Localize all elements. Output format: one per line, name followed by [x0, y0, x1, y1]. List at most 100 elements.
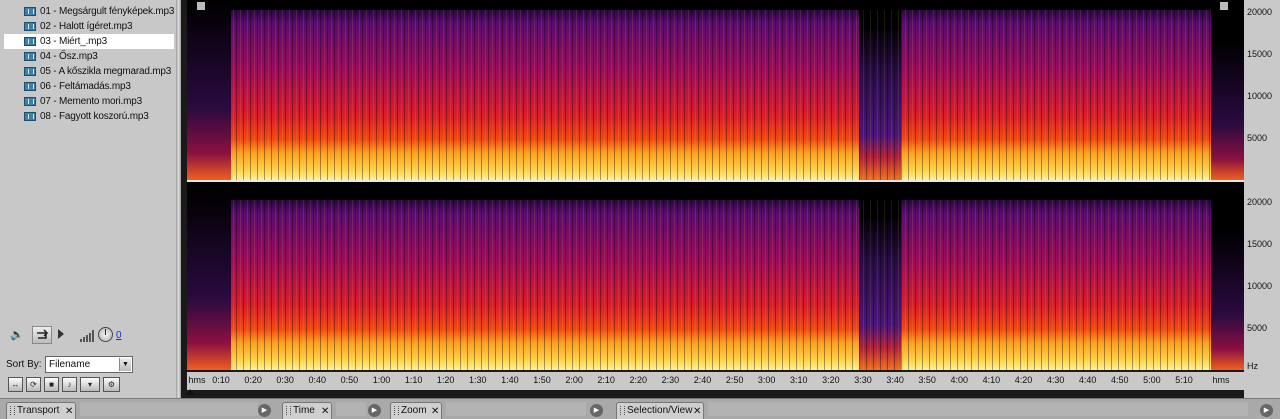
time-ruler[interactable]: hms 0:10 0:20 0:30 0:40 0:50 1:00 1:10 1:20 1:30 1…	[187, 372, 1244, 390]
time-tick-label: 4:00	[950, 375, 969, 385]
time-tick-label: 0:40	[308, 375, 327, 385]
music-note-icon[interactable]: ♪	[62, 377, 77, 392]
audio-file-icon	[24, 37, 36, 46]
time-tick-label: 3:50	[918, 375, 936, 385]
panel-menu-icon[interactable]: ▶	[590, 404, 603, 417]
close-icon[interactable]: ✕	[321, 404, 329, 419]
loop-icon	[37, 329, 49, 339]
grip-icon	[394, 406, 399, 415]
stop-icon[interactable]: ■	[44, 377, 59, 392]
close-icon[interactable]: ✕	[693, 404, 701, 419]
filter-icon[interactable]: ▾	[80, 377, 100, 392]
panel-menu-icon[interactable]: ▶	[368, 404, 381, 417]
file-item[interactable]: 01 - Megsárgult fényképek.mp3	[4, 4, 174, 19]
dock-empty-area	[80, 402, 258, 416]
file-item[interactable]: 05 - A kőszikla megmarad.mp3	[4, 64, 174, 79]
time-tick-label: 1:10	[404, 375, 423, 385]
file-item[interactable]: 04 - Ősz.mp3	[4, 49, 174, 64]
time-tick-label: 2:10	[597, 375, 615, 385]
audio-file-icon	[24, 22, 36, 31]
playhead-marker[interactable]	[186, 389, 194, 395]
time-tick-label: 5:10	[1175, 375, 1193, 385]
freq-tick: 5000	[1247, 133, 1268, 143]
volume-level-icon	[80, 330, 96, 342]
spectrogram-right-channel[interactable]	[187, 190, 1244, 370]
spectral-view[interactable]: 20000 15000 10000 5000 20000 15000 10000…	[181, 0, 1280, 398]
time-tick-label: 2:20	[629, 375, 648, 385]
file-item[interactable]: 02 - Halott ígéret.mp3	[4, 19, 174, 34]
file-list[interactable]: 01 - Megsárgult fényképek.mp3 02 - Halot…	[4, 4, 174, 314]
file-item-selected[interactable]: 03 - Miért_.mp3	[4, 34, 174, 49]
dock-empty-area	[708, 402, 1248, 416]
time-tick-label: 1:00	[372, 375, 391, 385]
sort-by-select[interactable]: Filename ▼	[45, 356, 133, 373]
file-item[interactable]: 08 - Fagyott koszorú.mp3	[4, 109, 174, 124]
freq-tick: 10000	[1247, 281, 1273, 291]
audio-file-icon	[24, 97, 36, 106]
file-name: 02 - Halott ígéret.mp3	[40, 21, 133, 32]
time-tick-label: 0:10	[212, 375, 230, 385]
frequency-ruler-top: 20000 15000 10000 5000	[1244, 0, 1280, 180]
expand-columns-icon[interactable]: ↔	[8, 377, 23, 392]
freq-tick: 15000	[1247, 49, 1273, 59]
time-tick-label: hms	[1212, 375, 1230, 385]
tab-label: Selection/View	[627, 405, 693, 416]
freq-unit: Hz	[1247, 361, 1258, 371]
time-tick-label: 2:40	[693, 375, 712, 385]
volume-knob[interactable]	[98, 327, 113, 342]
tab-time[interactable]: Time ✕	[282, 402, 332, 419]
file-name: 06 - Feltámadás.mp3	[40, 81, 131, 92]
tab-label: Zoom	[401, 405, 427, 416]
file-name: 04 - Ősz.mp3	[40, 51, 98, 62]
tab-label: Time	[293, 405, 315, 416]
chevron-down-icon: ▼	[119, 358, 131, 371]
time-tick-label: 2:50	[725, 375, 744, 385]
file-name: 08 - Fagyott koszorú.mp3	[40, 111, 149, 122]
panel-menu-icon[interactable]: ▶	[1260, 404, 1273, 417]
sort-by-label: Sort By:	[6, 359, 42, 370]
tab-transport[interactable]: Transport ✕	[6, 402, 76, 419]
audio-file-icon	[24, 7, 36, 16]
freq-tick: 20000	[1247, 197, 1273, 207]
play-icon[interactable]	[58, 329, 64, 339]
tab-selection-view[interactable]: Selection/View ✕	[616, 402, 704, 419]
time-tick-label: 0:50	[340, 375, 359, 385]
time-tick-label: 5:00	[1143, 375, 1161, 385]
audio-file-icon	[24, 82, 36, 91]
time-tick-label: 1:50	[533, 375, 551, 385]
freq-tick: 10000	[1247, 91, 1273, 101]
time-tick-label: 4:10	[982, 375, 1001, 385]
freq-tick: 5000	[1247, 323, 1268, 333]
grip-icon	[286, 406, 291, 415]
loop-button[interactable]	[32, 326, 52, 344]
preview-player-bar: 🔈 0	[4, 324, 174, 348]
ruler-corner	[1244, 372, 1280, 398]
file-item[interactable]: 06 - Feltámadás.mp3	[4, 79, 174, 94]
time-tick-label: 2:00	[565, 375, 583, 385]
speaker-icon[interactable]: 🔈	[8, 327, 26, 343]
close-icon[interactable]: ✕	[431, 404, 439, 419]
panel-menu-icon[interactable]: ▶	[258, 404, 271, 417]
audio-file-icon	[24, 112, 36, 121]
settings-icon[interactable]: ⚙	[103, 377, 120, 392]
time-tick-label: 3:40	[886, 375, 904, 385]
close-icon[interactable]: ✕	[65, 404, 73, 419]
time-tick-label: 1:40	[501, 375, 519, 385]
files-panel: 01 - Megsárgult fényképek.mp3 02 - Halot…	[0, 0, 176, 398]
volume-value-link[interactable]: 0	[116, 330, 122, 341]
tab-zoom[interactable]: Zoom ✕	[390, 402, 442, 419]
sort-by-value: Filename	[49, 359, 91, 370]
file-name: 03 - Miért_.mp3	[40, 36, 108, 47]
grip-icon	[620, 406, 625, 415]
time-tick-label: 4:40	[1078, 375, 1097, 385]
spectrogram-left-channel[interactable]	[187, 0, 1244, 180]
refresh-icon[interactable]: ⟳	[26, 377, 41, 392]
file-name: 05 - A kőszikla megmarad.mp3	[40, 66, 172, 77]
freq-tick: 20000	[1247, 7, 1273, 17]
audio-file-icon	[24, 67, 36, 76]
file-name: 01 - Megsárgult fényképek.mp3	[40, 6, 175, 17]
time-tick-label: 4:50	[1111, 375, 1129, 385]
file-item[interactable]: 07 - Memento mori.mp3	[4, 94, 174, 109]
time-tick-label: 3:30	[854, 375, 872, 385]
grip-icon	[10, 406, 15, 415]
